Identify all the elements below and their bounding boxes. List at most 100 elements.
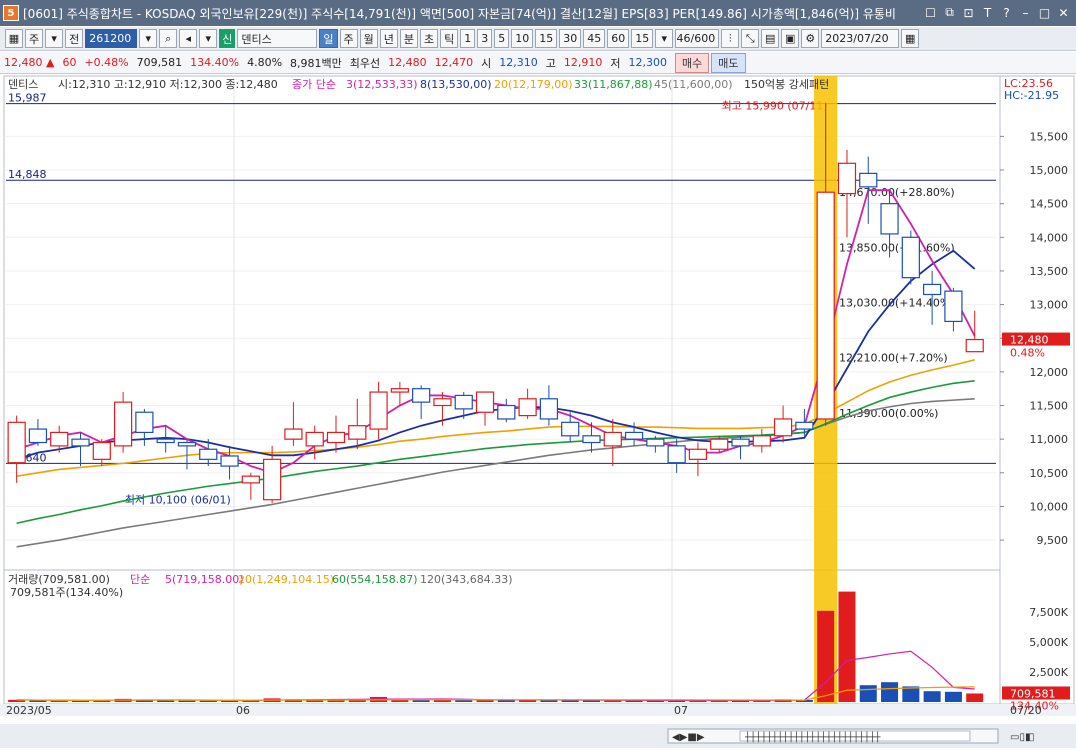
interval-3[interactable]: 3	[477, 29, 493, 48]
pattern-legend[interactable]: 150억봉 강세패턴	[744, 78, 829, 91]
period-day[interactable]: 일	[319, 29, 338, 48]
y-tick-label: 15,000	[1030, 164, 1069, 177]
volume-bar	[944, 691, 962, 702]
candle-body	[773, 418, 793, 437]
mode-dropdown-icon[interactable]: ▾	[45, 29, 64, 48]
low-label: 저	[610, 56, 621, 70]
maximize-icon[interactable]: □	[1036, 4, 1053, 21]
restore-icon[interactable]: ⧉	[941, 4, 958, 21]
close-icon[interactable]: ✕	[1055, 4, 1072, 21]
candle-body	[7, 421, 26, 464]
x-label-3: 07/20	[1010, 704, 1042, 717]
ma20-legend: 20(12,179,00)	[494, 78, 573, 91]
chart-toolbar: ▦ 주 ▾ 전 261200 ▾ ⌕ ◂ ▾ 신 덴티스 일 주 월 년 분 초…	[0, 27, 1076, 51]
period-month[interactable]: 월	[359, 29, 378, 48]
search-icon[interactable]: ⌕	[159, 29, 178, 48]
candle-body	[582, 435, 601, 444]
candle-body	[177, 441, 197, 447]
period-year[interactable]: 년	[379, 29, 398, 48]
print-icon[interactable]: ▤	[761, 29, 780, 48]
zoom-slider-icon: ┼┼┼┼┼┼┼┼┼┼┼┼┼┼┼┼┼┼┼┼┼┼┼┼┼	[744, 731, 881, 743]
volume-legend: 거래량(709,581.00)	[8, 573, 110, 586]
period-tick[interactable]: 틱	[440, 29, 459, 48]
stock-name[interactable]: 덴티스	[237, 29, 318, 48]
buy-button[interactable]: 매수	[675, 52, 710, 73]
interval-dropdown-icon[interactable]: ▾	[655, 29, 674, 48]
interval-30[interactable]: 30	[559, 29, 582, 48]
zoom-buttons-icon: ▭▯◧	[1010, 732, 1034, 743]
volume-bar	[881, 682, 899, 702]
candle-body	[412, 388, 431, 403]
minimize-icon[interactable]: –	[1017, 4, 1034, 21]
interval-45[interactable]: 45	[583, 29, 606, 48]
fib-label: 13,850.00(+21.60%)	[839, 241, 955, 254]
period-week[interactable]: 주	[339, 29, 358, 48]
arrow-down-icon[interactable]: ▾	[199, 29, 218, 48]
interval-5[interactable]: 5	[494, 29, 510, 48]
date-input[interactable]: 2023/07/20	[821, 29, 900, 48]
code-dropdown-icon[interactable]: ▾	[139, 29, 158, 48]
y-tick-label: 9,500	[1037, 534, 1069, 547]
y-tick-label: 15,500	[1030, 130, 1069, 143]
calendar-icon[interactable]: ▦	[901, 29, 920, 48]
period-minute[interactable]: 분	[399, 29, 418, 48]
vol-ma5-legend: 5(719,158.00)	[165, 573, 244, 586]
lock-icon[interactable]: ⊡	[960, 4, 977, 21]
ma8-legend: 8(13,530,00)	[420, 78, 492, 91]
data-count-input[interactable]: 46/600	[675, 29, 720, 48]
mode-select[interactable]: 주	[25, 29, 44, 48]
help-icon[interactable]: ?	[998, 4, 1015, 21]
y-tick-label: 13,500	[1030, 265, 1069, 278]
sell-button[interactable]: 매도	[711, 52, 746, 73]
candle-body	[113, 401, 133, 447]
candle-body	[816, 191, 835, 420]
low-annotation: 최저 10,100 (06/01)	[125, 494, 231, 507]
price-change: 60	[62, 56, 77, 69]
window-titlebar: 5 [0601] 주식종합차트 - KOSDAQ 외국인보유[229(천)] 주…	[0, 0, 1076, 26]
price-legend-ohlc: 시:12,310 고:12,910 저:12,300 종:12,480	[58, 78, 278, 91]
y-tick-label: 12,000	[1030, 366, 1069, 379]
mode-toggle[interactable]: 전	[65, 29, 84, 48]
interval-10[interactable]: 10	[511, 29, 534, 48]
hc-label: HC:-21.95	[1004, 89, 1059, 102]
high-price: 12,910	[563, 56, 603, 69]
candle-body	[880, 203, 899, 235]
candle-body	[795, 421, 814, 430]
priority-label: 최우선	[349, 56, 381, 70]
period-second[interactable]: 초	[420, 29, 439, 48]
candle-body	[731, 438, 750, 447]
volume-ratio: 134.40%	[190, 56, 240, 69]
y-tick-label: 14,000	[1030, 231, 1069, 244]
chart-type-icon[interactable]: ⫶	[721, 29, 740, 48]
interval-select[interactable]: 15	[631, 29, 654, 48]
candle-body	[326, 431, 346, 444]
candle-body	[28, 428, 48, 444]
interval-15[interactable]: 15	[535, 29, 558, 48]
settings-icon[interactable]: ⚙	[801, 29, 820, 48]
ask-price: 12,480	[388, 56, 427, 69]
text-icon[interactable]: T	[979, 4, 996, 21]
vol-ma-label: 단순	[130, 573, 150, 586]
fib-label: 11,390.00(0.00%)	[839, 407, 939, 420]
compare-icon[interactable]: ⤡	[741, 29, 760, 48]
save-icon[interactable]: ▣	[781, 29, 800, 48]
grid-icon[interactable]: ▦	[5, 29, 23, 48]
candle-body	[965, 338, 984, 353]
vol-tick-label: 2,500K	[1029, 666, 1068, 679]
scroll-controls[interactable]: ◀▶■▶ ┼┼┼┼┼┼┼┼┼┼┼┼┼┼┼┼┼┼┼┼┼┼┼┼┼ ▭▯◧	[667, 728, 1034, 744]
open-label: 시	[481, 56, 492, 70]
window-list-icon[interactable]: ☐	[922, 4, 939, 21]
speaker-icon[interactable]: ◂	[179, 29, 198, 48]
x-label-1: 06	[236, 704, 250, 717]
interval-60[interactable]: 60	[607, 29, 630, 48]
ma33-legend: 33(11,867,88)	[574, 78, 653, 91]
turnover-rate: 4.80%	[247, 56, 283, 69]
horizontal-line-label: 14,848	[8, 168, 47, 181]
candle-body	[220, 455, 239, 467]
stock-code-input[interactable]: 261200	[85, 29, 138, 48]
interval-1[interactable]: 1	[460, 29, 476, 48]
candle-body	[603, 431, 622, 447]
chart-area[interactable]: 15,987 14,848 10,640 14,670.00(+28.80%) 13,8…	[0, 74, 1076, 748]
candle-body	[241, 475, 260, 484]
price-chart-svg[interactable]: 15,98714,84810,64014,670.00(+28.80%)13,8…	[0, 74, 1076, 748]
